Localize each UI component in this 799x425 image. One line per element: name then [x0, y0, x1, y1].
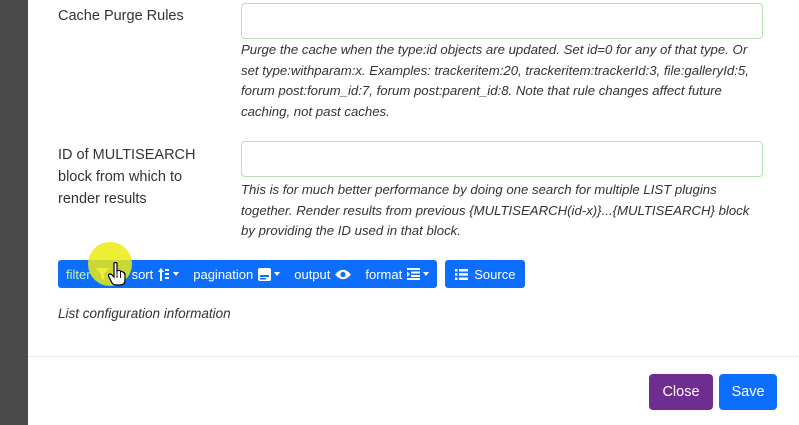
backdrop-left-strip [0, 0, 28, 425]
sort-label: sort [131, 266, 154, 282]
output-dropdown[interactable]: output [294, 266, 352, 282]
list-icon [455, 268, 469, 280]
multisearch-input[interactable] [241, 141, 763, 177]
sort-icon [158, 267, 170, 281]
cache-purge-help: Purge the cache when the type:id objects… [241, 42, 749, 119]
chevron-down-icon [423, 272, 430, 276]
close-button[interactable]: Close [649, 374, 713, 410]
source-button[interactable]: Source [445, 260, 526, 288]
eye-icon [335, 269, 352, 280]
cache-purge-label: Cache Purge Rules [58, 8, 184, 24]
pagination-dropdown[interactable]: pagination [193, 266, 281, 282]
filter-label: filter [66, 266, 91, 282]
multisearch-label-line-1: ID of MULTISEARCH [58, 147, 196, 163]
multisearch-label-line-2: block from which to [58, 169, 183, 185]
sort-dropdown[interactable]: sort [132, 267, 180, 282]
save-button[interactable]: Save [719, 374, 777, 410]
format-icon [407, 268, 421, 280]
multisearch-help: This is for much better performance by d… [241, 182, 750, 238]
output-label: output [294, 266, 331, 282]
chevron-down-icon [173, 272, 180, 276]
format-dropdown[interactable]: format [365, 266, 430, 282]
footer-divider [28, 356, 799, 357]
modal-dialog: Cache Purge Rules Purge the cache when t… [28, 0, 799, 425]
multisearch-label-line-3: render results [58, 191, 147, 207]
hand-cursor-icon [108, 262, 126, 286]
format-label: format [365, 266, 403, 282]
pagination-label: pagination [193, 266, 254, 282]
pagination-icon [258, 267, 272, 281]
chevron-down-icon [274, 272, 281, 276]
multisearch-label: ID of MULTISEARCH block from which to re… [58, 144, 196, 210]
cache-purge-input[interactable] [241, 3, 763, 39]
source-label: Source [474, 266, 516, 282]
list-configuration-info: List configuration information [58, 306, 231, 321]
